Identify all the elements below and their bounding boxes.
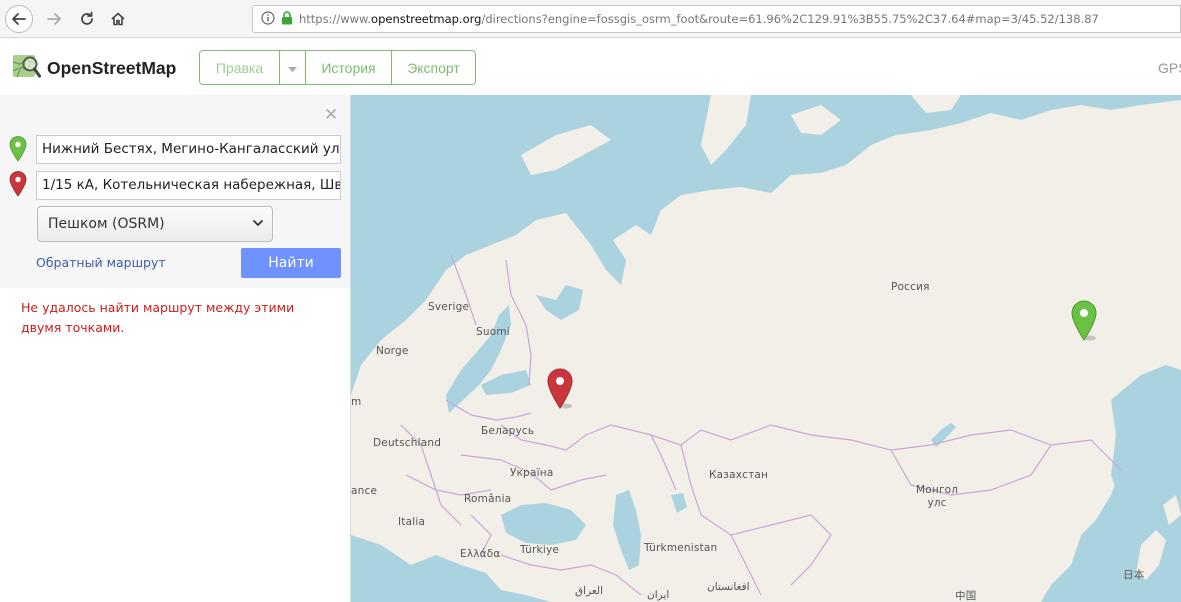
route-error-message: Не удалось найти маршрут между этими дву… bbox=[21, 300, 295, 335]
osm-logo-icon bbox=[11, 52, 42, 85]
map-label-suomi: Suomi bbox=[476, 326, 510, 338]
tab-history[interactable]: История bbox=[306, 51, 392, 84]
map-tiles bbox=[351, 95, 1181, 602]
map-label-italia: Italia bbox=[398, 516, 426, 528]
routing-engine-selected: Пешком (OSRM) bbox=[48, 216, 165, 232]
lock-icon bbox=[281, 10, 293, 28]
from-field[interactable]: Нижний Бестях, Мегино-Кангаласский улус, bbox=[36, 135, 341, 164]
map-end-marker[interactable] bbox=[546, 368, 574, 410]
caret-down-icon bbox=[288, 60, 297, 76]
chevron-down-icon bbox=[252, 216, 264, 234]
map-label-ukraina: Україна bbox=[510, 467, 554, 479]
info-icon[interactable] bbox=[261, 10, 275, 28]
edit-dropdown-button[interactable] bbox=[280, 51, 306, 84]
back-arrow-icon[interactable] bbox=[5, 5, 33, 33]
map-label-belarus: Беларусь bbox=[481, 425, 535, 437]
map-label-ellada: Ελλάδα bbox=[460, 548, 501, 560]
map-label-turkmenistan: Türkmenistan bbox=[644, 542, 718, 554]
close-icon[interactable]: ✕ bbox=[324, 105, 338, 125]
url-host: openstreetmap.org bbox=[371, 12, 482, 26]
tab-edit[interactable]: Правка bbox=[200, 51, 280, 84]
map-label-china: 中国 bbox=[955, 590, 977, 602]
url-prefix: https://www. bbox=[299, 12, 372, 26]
map-label-turkiye: Türkiye bbox=[520, 544, 560, 556]
header-tab-group: Правка История Экспорт bbox=[199, 50, 476, 85]
map-label-norge: Norge bbox=[376, 345, 409, 357]
sidebar: ✕ Нижний Бестях, Мегино-Кангаласский улу… bbox=[0, 95, 351, 602]
home-icon[interactable] bbox=[104, 5, 132, 33]
map-label-mongol-line2: улс bbox=[927, 497, 947, 509]
map-label-edge-m: m bbox=[351, 396, 362, 408]
map-label-nihon: 日本 bbox=[1123, 569, 1145, 581]
reload-icon[interactable] bbox=[73, 5, 101, 33]
map-label-iraq: العراق bbox=[575, 585, 604, 597]
gps-traces-link[interactable]: GPS bbox=[1158, 60, 1181, 76]
map-label-russia: Россия bbox=[891, 281, 930, 293]
map-start-marker[interactable] bbox=[1070, 300, 1098, 342]
map-label-sverige: Sverige bbox=[428, 301, 470, 313]
site-header: OpenStreetMap Правка История Экспорт GPS bbox=[0, 39, 1181, 95]
url-bar[interactable]: https://www.openstreetmap.org/directions… bbox=[252, 5, 1181, 33]
browser-toolbar: https://www.openstreetmap.org/directions… bbox=[0, 0, 1181, 38]
map-label-kazakhstan: Казахстан bbox=[709, 469, 769, 481]
map-label-afghanistan: افغانستان bbox=[707, 581, 750, 593]
from-field-value: Нижний Бестях, Мегино-Кангаласский улус, bbox=[42, 141, 341, 157]
map-label-iran: ایران bbox=[647, 589, 670, 601]
directions-panel: ✕ Нижний Бестях, Мегино-Кангаласский улу… bbox=[0, 95, 350, 288]
map-label-mongol-line1: Монгол bbox=[916, 484, 959, 496]
to-field[interactable]: 1/15 кА, Котельническая набережная, Швив… bbox=[36, 171, 341, 200]
forward-arrow-icon[interactable] bbox=[40, 5, 68, 33]
find-route-button[interactable]: Найти bbox=[241, 248, 341, 278]
url-path: /directions?engine=fossgis_osrm_foot&rou… bbox=[481, 12, 1099, 26]
map-label-mongol: Монгол улс bbox=[916, 484, 958, 510]
tab-export[interactable]: Экспорт bbox=[392, 51, 475, 84]
routing-engine-select[interactable]: Пешком (OSRM) bbox=[37, 206, 273, 242]
url-text[interactable]: https://www.openstreetmap.org/directions… bbox=[299, 12, 1099, 26]
site-logo[interactable]: OpenStreetMap bbox=[11, 52, 176, 85]
reverse-route-link[interactable]: Обратный маршрут bbox=[36, 255, 166, 270]
to-field-value: 1/15 кА, Котельническая набережная, Швив… bbox=[42, 177, 340, 193]
map-label-deutschland: Deutschland bbox=[373, 437, 442, 449]
map-label-romania: România bbox=[464, 493, 512, 505]
start-marker-icon bbox=[9, 136, 27, 162]
map-view[interactable]: Россия Sverige Suomi Norge m Deutschland… bbox=[351, 95, 1181, 602]
map-label-france: ance bbox=[351, 485, 378, 497]
logo-text: OpenStreetMap bbox=[47, 58, 177, 78]
end-marker-icon bbox=[9, 171, 27, 197]
